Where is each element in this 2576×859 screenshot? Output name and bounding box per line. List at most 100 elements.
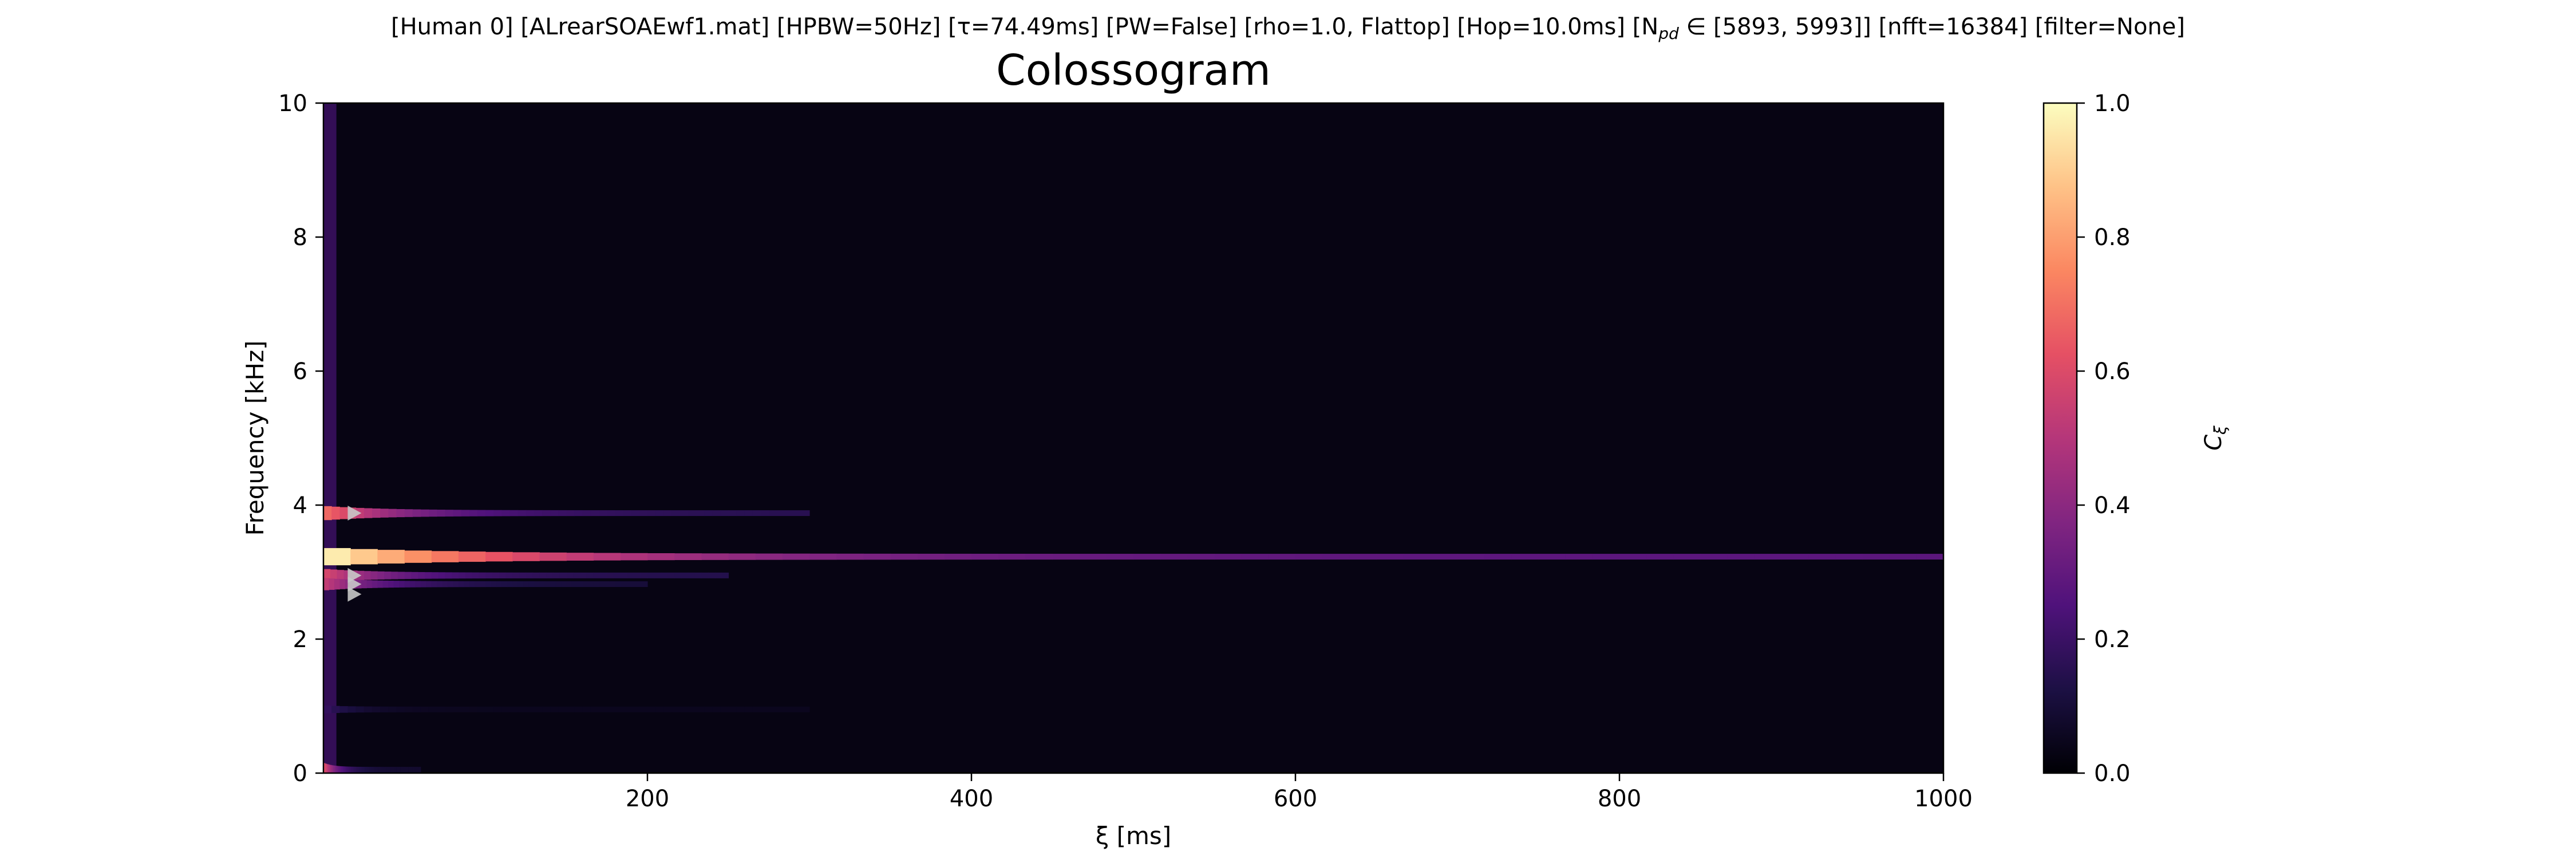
band-segment [552, 572, 560, 578]
colorbar-ticks: 0.0 0.2 0.4 0.6 0.8 1.0 [2077, 90, 2131, 787]
band-segment [517, 581, 524, 588]
band-segment [550, 510, 559, 517]
band-segment [620, 581, 626, 588]
band-segment [599, 510, 607, 517]
band-segment [411, 572, 418, 579]
colorbar-tick-label: 0.8 [2094, 224, 2131, 251]
band-segment [639, 510, 648, 517]
band-segment [453, 510, 462, 517]
header-info: [Human 0] [ALrearSOAEwf1.mat] [HPBW=50Hz… [391, 14, 2185, 43]
band-segment [331, 706, 340, 714]
band-segment [793, 510, 802, 517]
band-segment [453, 581, 459, 588]
band-segment [642, 581, 648, 588]
band-segment [469, 581, 475, 588]
band-segment [769, 706, 777, 712]
band-segment [469, 706, 478, 712]
band-segment [647, 553, 675, 561]
band-segment [998, 553, 1026, 560]
band-segment [637, 581, 643, 588]
band-segment [777, 706, 786, 712]
band-segment [574, 510, 583, 517]
band-segment [1619, 554, 1647, 560]
y-tick-label: 0 [293, 761, 307, 787]
band-segment [615, 510, 624, 517]
band-segment [493, 510, 502, 517]
band-segment [399, 581, 405, 588]
band-segment [361, 580, 368, 589]
x-tick-label: 1000 [1914, 786, 1973, 812]
colorbar-tick-label: 1.0 [2094, 90, 2131, 117]
band-segment [626, 581, 632, 588]
band-segment [627, 572, 635, 578]
band-segment [577, 581, 583, 588]
band-segment [590, 706, 599, 712]
band-segment [1889, 554, 1917, 560]
band-segment [607, 572, 614, 578]
band-segment [688, 510, 697, 517]
band-segment [339, 507, 349, 519]
band-segment [485, 551, 513, 562]
x-tick-label: 600 [1274, 786, 1317, 812]
band-segment [593, 572, 601, 578]
band-segment [512, 552, 540, 561]
band-segment [558, 510, 567, 517]
band-segment [558, 706, 567, 712]
band-segment [526, 572, 534, 578]
band-segment [350, 549, 378, 565]
band-segment [654, 572, 662, 578]
band-segment [566, 581, 572, 588]
band-segment [712, 510, 721, 517]
band-segment [555, 581, 562, 588]
band-segment [445, 572, 452, 579]
band-segment [641, 572, 648, 578]
band-segment [744, 706, 753, 712]
band-segment [761, 510, 769, 517]
band-segment [377, 571, 385, 580]
band-segment [1565, 554, 1593, 560]
band-segment [501, 581, 508, 588]
band-segment [431, 581, 437, 588]
band-segment [582, 581, 588, 588]
band-segment [370, 571, 378, 580]
band-segment [586, 572, 594, 578]
band-segment [599, 581, 605, 588]
band-segment [681, 572, 689, 578]
band-segment [388, 706, 397, 712]
band-segment [509, 706, 519, 712]
band-segment [623, 706, 632, 712]
band-segment [424, 572, 432, 579]
band-segment [428, 706, 437, 712]
band-segment [396, 509, 405, 518]
band-segment [1592, 554, 1620, 560]
band-segment [447, 581, 453, 588]
band-segment [704, 706, 713, 712]
band-segment [544, 581, 551, 588]
band-segment [418, 767, 421, 773]
band-segment [428, 509, 437, 517]
band-segment [590, 510, 599, 517]
band-segment [1835, 554, 1863, 560]
band-segment [712, 706, 721, 712]
band-segment [505, 572, 513, 578]
band-segment [593, 553, 621, 561]
band-segment [491, 581, 497, 588]
band-segment [655, 510, 664, 517]
band-segment [1511, 554, 1539, 560]
band-segment [512, 581, 519, 588]
band-segment [1484, 554, 1512, 560]
band-segment [801, 706, 810, 712]
band-segment [631, 510, 640, 517]
band-segment [1862, 554, 1890, 560]
band-segment [528, 581, 535, 588]
band-segment [615, 706, 624, 712]
band-segment [438, 572, 445, 579]
band-segment [728, 553, 756, 560]
band-segment [501, 706, 511, 712]
band-segment [696, 706, 705, 712]
band-segment [667, 572, 675, 578]
band-segment [1403, 554, 1431, 560]
band-segment [688, 706, 697, 712]
y-tick-label: 8 [293, 224, 307, 251]
band-segment [546, 572, 554, 578]
